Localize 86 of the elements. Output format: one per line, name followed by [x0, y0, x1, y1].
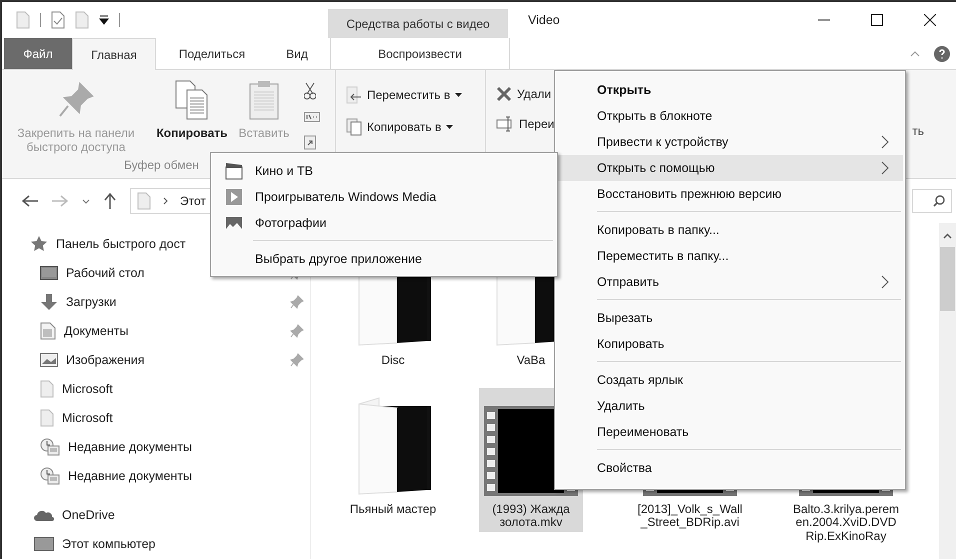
- rename-icon: [496, 116, 514, 132]
- recent-locations-button[interactable]: [82, 198, 90, 204]
- cloud-icon: [34, 508, 54, 520]
- tool-group-label: Средства работы с видео: [328, 9, 508, 38]
- nav-item[interactable]: Рабочий стол: [66, 266, 144, 280]
- ribbon-button[interactable]: Удали: [496, 86, 554, 102]
- play-icon: [225, 188, 243, 206]
- menu-item[interactable]: Открыть в блокноте: [557, 103, 903, 129]
- clipboard-icon: [249, 80, 279, 120]
- file-icon: [40, 408, 54, 426]
- nav-item[interactable]: Недавние документы: [68, 440, 192, 454]
- nav-item[interactable]: Microsoft: [62, 410, 113, 424]
- file-name[interactable]: [2013]_Volk_s_Wall_Street_BDRip.avi: [636, 500, 744, 530]
- menu-item[interactable]: Проигрыватель Windows Media: [213, 184, 555, 210]
- nav-item[interactable]: Загрузки: [66, 294, 116, 308]
- ribbon-tab[interactable]: Воспроизвести: [330, 38, 510, 69]
- copy-to-icon: [346, 118, 362, 136]
- menu-item[interactable]: Выбрать другое приложение: [213, 246, 555, 272]
- cut-icon[interactable]: [304, 82, 316, 100]
- document-icon: [75, 11, 89, 29]
- move-icon: [346, 86, 362, 104]
- clapperboard-icon: [225, 162, 243, 180]
- nav-item[interactable]: Этот компьютер: [62, 536, 156, 550]
- help-icon[interactable]: [934, 46, 950, 62]
- menu-item[interactable]: Открыть: [557, 77, 903, 103]
- nav-item[interactable]: Недавние документы: [68, 468, 192, 482]
- menu-item[interactable]: Открыть с помощью: [557, 155, 903, 181]
- menu-item[interactable]: Переместить в папку...: [557, 243, 903, 269]
- nav-item[interactable]: Панель быстрого дост: [56, 236, 186, 250]
- ribbon-button-label: ть: [912, 124, 924, 140]
- menu-item[interactable]: Фотографии: [213, 210, 555, 236]
- scroll-up-icon[interactable]: [943, 233, 952, 239]
- photos-icon: [225, 216, 243, 230]
- maximize-icon: [870, 14, 882, 26]
- recent-documents-icon: [40, 466, 60, 484]
- document-icon: [16, 11, 30, 29]
- delete-icon: [496, 86, 512, 102]
- file-name[interactable]: Balto.3.krilya.peremen.2004.XviD.DVDRip.ExKinoRay: [792, 500, 900, 543]
- breadcrumb-separator-icon: [163, 197, 168, 205]
- caret-down-icon: [82, 198, 90, 204]
- picture-frame-icon: [40, 352, 58, 366]
- breadcrumb[interactable]: Этот: [180, 194, 206, 208]
- nav-item[interactable]: Изображения: [66, 352, 145, 366]
- window-title: Video: [527, 12, 560, 29]
- menu-item[interactable]: Копировать в папку...: [557, 217, 903, 243]
- scrollbar-thumb[interactable]: [940, 247, 955, 311]
- menu-item[interactable]: Вырезать: [557, 305, 903, 331]
- up-button[interactable]: [104, 193, 116, 209]
- file-icon: [40, 380, 54, 398]
- desktop-icon: [40, 266, 58, 280]
- file-name[interactable]: Пьяный мастер: [339, 500, 447, 516]
- menu-item[interactable]: Привести к устройству: [557, 129, 903, 155]
- back-button[interactable]: [22, 195, 38, 207]
- paste-shortcut-icon[interactable]: [304, 134, 316, 150]
- ribbon-button[interactable]: Переи: [496, 116, 554, 132]
- ribbon-button[interactable]: Переместить в: [346, 86, 473, 104]
- file-name[interactable]: Disc: [339, 351, 447, 368]
- menu-item[interactable]: Кино и ТВ: [213, 158, 555, 184]
- recent-documents-icon: [40, 438, 60, 456]
- menu-item[interactable]: Копировать: [557, 331, 903, 357]
- download-icon: [40, 292, 58, 310]
- search-field[interactable]: [912, 189, 952, 213]
- nav-item[interactable]: Microsoft: [62, 382, 113, 396]
- search-icon: [933, 195, 945, 207]
- close-icon: [924, 14, 936, 26]
- nav-item[interactable]: OneDrive: [62, 508, 115, 522]
- copy-path-icon[interactable]: [304, 112, 320, 122]
- star-icon: [30, 235, 48, 252]
- checked-document-icon: [51, 11, 65, 29]
- ribbon-tab[interactable]: Вид: [268, 38, 326, 69]
- ribbon-tab[interactable]: Главная: [72, 38, 156, 70]
- customize-dropdown-icon[interactable]: [99, 15, 109, 25]
- document-icon: [40, 322, 56, 340]
- menu-item[interactable]: Восстановить прежнюю версию: [557, 181, 903, 207]
- ribbon-tab[interactable]: Файл: [4, 38, 72, 69]
- copy-icon: [175, 80, 209, 120]
- back-icon: [22, 195, 38, 207]
- group-label: Буфер обмен: [124, 158, 199, 172]
- nav-item[interactable]: Документы: [64, 324, 128, 338]
- up-arrow-icon: [104, 193, 116, 209]
- menu-item[interactable]: Отправить: [557, 269, 903, 295]
- forward-icon: [52, 195, 68, 207]
- ribbon-button[interactable]: Копировать в: [346, 118, 473, 136]
- ribbon-tab[interactable]: Поделиться: [156, 38, 268, 69]
- computer-icon: [34, 536, 54, 550]
- collapse-ribbon-icon[interactable]: [910, 50, 920, 56]
